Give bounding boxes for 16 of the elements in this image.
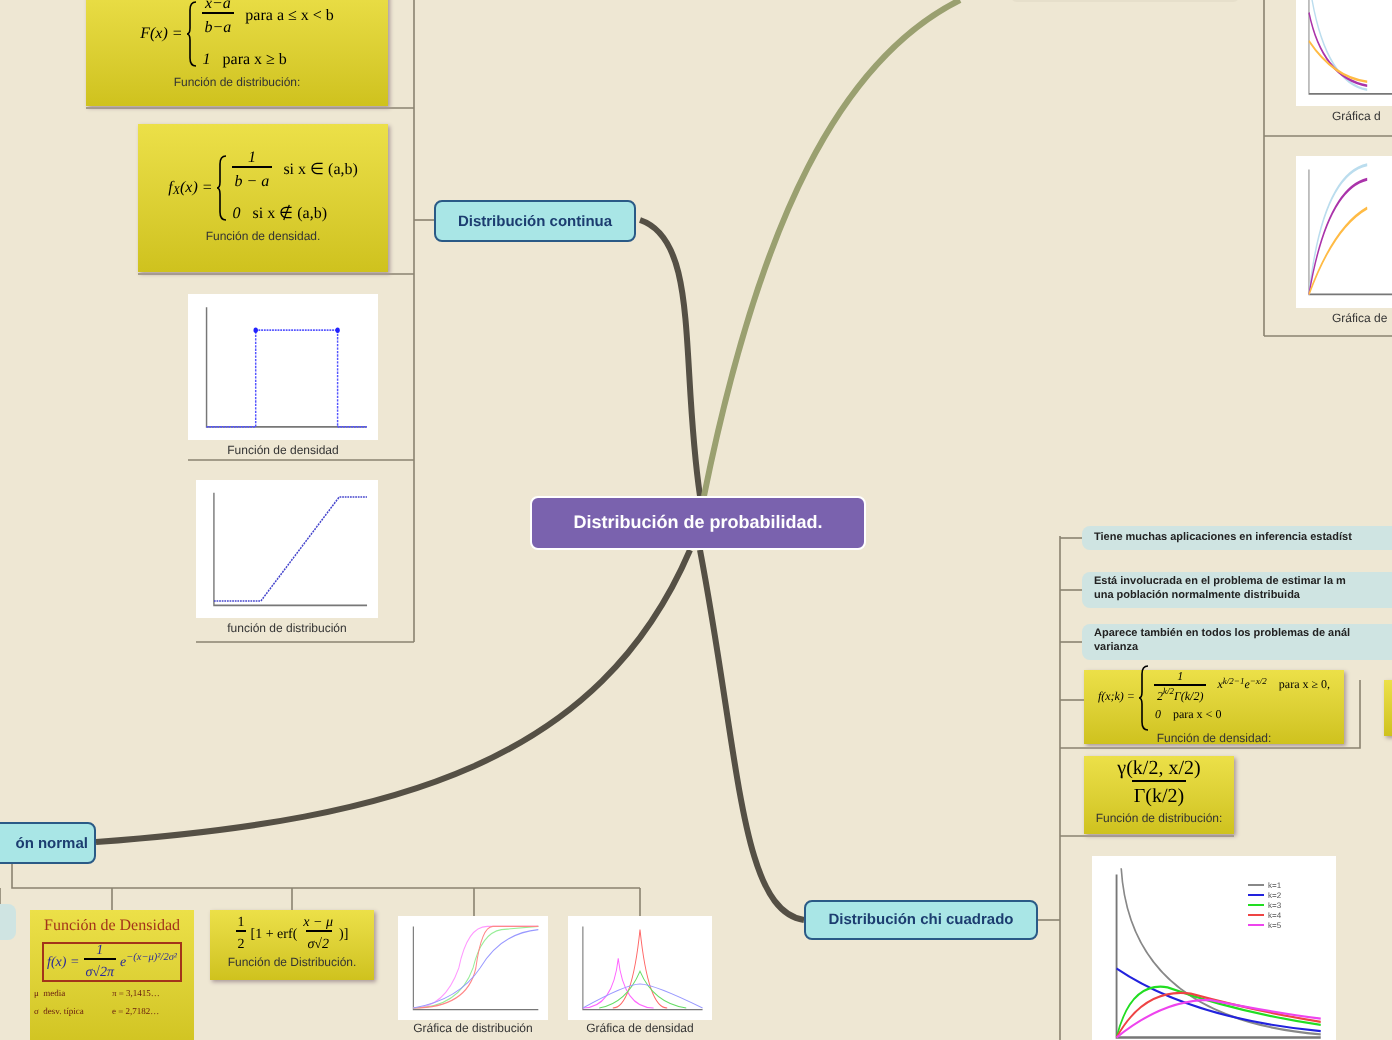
formula-condition: para x ≥ b (222, 48, 287, 72)
formula-condition: si x ∈ (a,b) (283, 157, 358, 181)
brace-icon (186, 0, 199, 68)
formula-value: 1 (202, 48, 211, 72)
formula-value: 0 (232, 201, 241, 225)
formula-condition: para a ≤ x < b (245, 4, 334, 28)
fraction: x−a b−a (202, 0, 234, 36)
formula-lhs: f$_{X}$(x) = (168, 175, 213, 199)
brace-icon (1138, 664, 1151, 732)
card-title: Función de Densidad (44, 914, 180, 938)
fraction: 1 b − a (232, 149, 272, 189)
fraction: γ(k/2, x/2) Γ(k/2) (1115, 760, 1203, 808)
formula-condition: si x ∉ (a,b) (252, 201, 327, 225)
formula-lhs: F(x) = (140, 22, 183, 46)
central-topic[interactable]: Distribución de probabilidad. (530, 496, 866, 550)
brace-icon (216, 153, 229, 221)
